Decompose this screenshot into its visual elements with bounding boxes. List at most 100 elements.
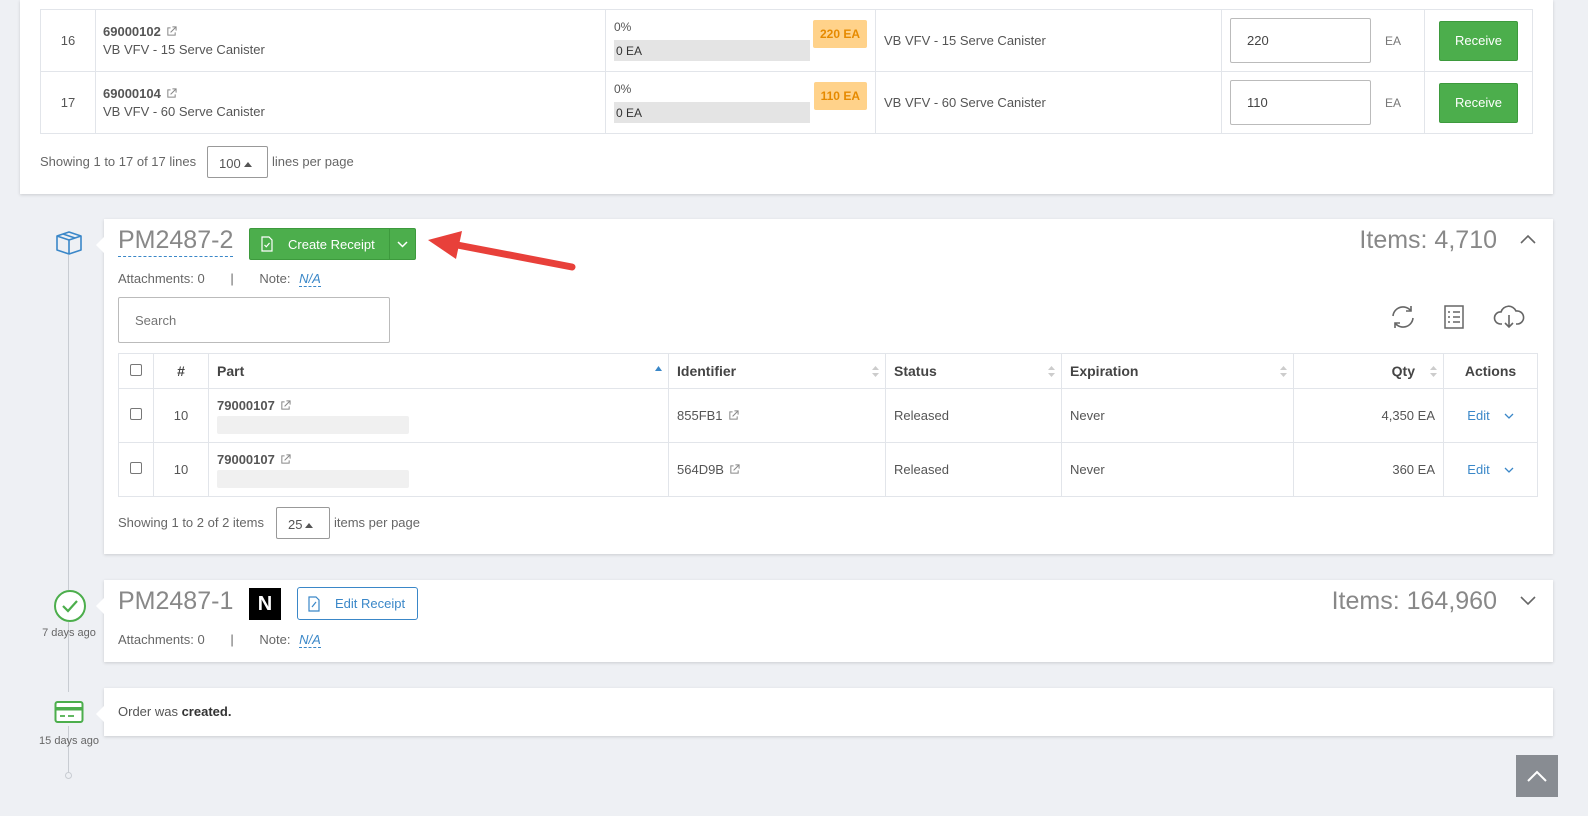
- status-value: Released: [885, 442, 1062, 497]
- identifier-value: 855FB1: [677, 408, 723, 423]
- check-circle-icon: [54, 590, 86, 622]
- shipment-title[interactable]: PM2487-2: [118, 226, 234, 257]
- create-receipt-split-button: Create Receipt: [249, 228, 416, 260]
- remaining-badge: 110 EA: [813, 82, 867, 110]
- per-page-label: items per page: [334, 515, 420, 530]
- per-page-select[interactable]: 25: [276, 507, 330, 539]
- progress-bar: 0 EA: [614, 40, 810, 61]
- progress-bar: 0 EA: [614, 102, 810, 123]
- sort-icon: [1280, 366, 1287, 377]
- redacted-description: [217, 469, 409, 488]
- cloud-download-icon[interactable]: [1493, 303, 1525, 331]
- table-row: 16 69000102 VB VFV - 15 Serve Canister 0…: [40, 9, 1533, 72]
- select-all-checkbox[interactable]: [130, 364, 142, 376]
- timeline-line: [68, 255, 69, 590]
- chevron-down-icon: [397, 240, 408, 248]
- shipment-card: PM2487-2 Create Receipt Items: 4,710 Att…: [96, 219, 1553, 554]
- shipment-card: PM2487-1 N Edit Receipt Items: 164,960 A…: [96, 580, 1553, 662]
- chevron-up-icon[interactable]: [1520, 234, 1536, 244]
- shipment-title[interactable]: PM2487-1: [118, 587, 233, 616]
- search-input[interactable]: [118, 297, 390, 343]
- column-header-identifier[interactable]: Identifier: [668, 353, 886, 389]
- receive-qty-input[interactable]: [1230, 80, 1371, 125]
- receive-qty-input[interactable]: [1230, 18, 1371, 63]
- sort-icon: [1430, 366, 1437, 377]
- table-row: 10 79000107 855FB1 Released Never 4,350 …: [118, 388, 1538, 443]
- expiration-value: Never: [1061, 388, 1294, 443]
- receive-lines-card: 16 69000102 VB VFV - 15 Serve Canister 0…: [20, 0, 1553, 194]
- create-receipt-dropdown[interactable]: [388, 229, 415, 259]
- column-header-num[interactable]: #: [153, 353, 209, 389]
- column-header-actions: Actions: [1443, 353, 1538, 389]
- sort-asc-icon: [655, 366, 662, 371]
- per-page-select[interactable]: 100: [207, 146, 268, 178]
- checklist-icon[interactable]: [1440, 303, 1468, 331]
- edit-document-icon: [308, 595, 320, 612]
- shipment-items-table: # Part Identifier Status Expiration Qty …: [118, 353, 1538, 497]
- edit-link[interactable]: Edit: [1467, 408, 1489, 423]
- caret-up-icon: [305, 523, 314, 528]
- note-value[interactable]: N/A: [299, 632, 321, 648]
- timeline-line: [68, 726, 69, 774]
- edit-receipt-button[interactable]: Edit Receipt: [297, 587, 419, 620]
- per-page-label: lines per page: [272, 154, 354, 169]
- row-checkbox[interactable]: [130, 462, 142, 474]
- create-receipt-button[interactable]: Create Receipt: [250, 229, 389, 259]
- column-header-part[interactable]: Part: [208, 353, 669, 389]
- qty-value: 360 EA: [1293, 442, 1444, 497]
- line-description: VB VFV - 15 Serve Canister: [875, 9, 1222, 72]
- note-label: Note:: [259, 632, 291, 647]
- column-header-expiration[interactable]: Expiration: [1061, 353, 1294, 389]
- external-link-icon[interactable]: [166, 88, 177, 99]
- chevron-down-icon[interactable]: [1504, 413, 1514, 420]
- sort-icon: [1048, 366, 1055, 377]
- items-total: Items: 164,960: [1331, 587, 1497, 615]
- timestamp: 15 days ago: [39, 735, 99, 747]
- status-value: Released: [885, 388, 1062, 443]
- order-created-text: Order was created.: [118, 704, 232, 719]
- table-row: 17 69000104 VB VFV - 60 Serve Canister 0…: [40, 71, 1533, 134]
- line-description: VB VFV - 60 Serve Canister: [875, 71, 1222, 134]
- external-link-icon[interactable]: [729, 464, 740, 475]
- attachments-count: Attachments: 0: [118, 271, 205, 286]
- part-number: 69000102: [103, 24, 161, 39]
- note-value[interactable]: N/A: [299, 271, 321, 287]
- column-header-status[interactable]: Status: [885, 353, 1062, 389]
- sort-icon: [872, 366, 879, 377]
- remaining-badge: 220 EA: [812, 20, 867, 48]
- external-link-icon[interactable]: [280, 399, 291, 411]
- chevron-down-icon[interactable]: [1520, 596, 1536, 606]
- status-badge: N: [249, 588, 281, 620]
- expiration-value: Never: [1061, 442, 1294, 497]
- receive-button[interactable]: Receive: [1439, 20, 1518, 61]
- edit-link[interactable]: Edit: [1467, 462, 1489, 477]
- items-total: Items: 4,710: [1359, 226, 1497, 254]
- row-num: 10: [153, 388, 209, 443]
- qty-value: 4,350 EA: [1293, 388, 1444, 443]
- refresh-icon[interactable]: [1389, 303, 1417, 331]
- attachments-count: Attachments: 0: [118, 632, 205, 647]
- scroll-to-top-button[interactable]: [1516, 755, 1558, 797]
- row-num: 10: [153, 442, 209, 497]
- external-link-icon[interactable]: [728, 410, 739, 421]
- identifier-value: 564D9B: [677, 462, 724, 477]
- part-description: VB VFV - 60 Serve Canister: [103, 104, 265, 119]
- external-link-icon[interactable]: [280, 453, 291, 465]
- credit-card-icon: [54, 701, 84, 723]
- caret-up-icon: [243, 162, 252, 167]
- package-icon: [56, 231, 82, 255]
- table-row: 10 79000107 564D9B Released Never 360 EA…: [118, 442, 1538, 497]
- annotation-arrow: [428, 231, 576, 271]
- order-created-card: Order was created.: [96, 688, 1553, 736]
- part-number: 79000107: [217, 397, 275, 413]
- row-checkbox[interactable]: [130, 408, 142, 420]
- unit-label: EA: [1385, 34, 1402, 48]
- receive-lines-table: 16 69000102 VB VFV - 15 Serve Canister 0…: [40, 9, 1533, 134]
- chevron-down-icon[interactable]: [1504, 467, 1514, 474]
- receipt-icon: [261, 236, 273, 252]
- external-link-icon[interactable]: [166, 26, 177, 37]
- line-number: 16: [40, 9, 96, 72]
- receive-button[interactable]: Receive: [1439, 82, 1518, 123]
- column-header-qty[interactable]: Qty: [1293, 353, 1444, 389]
- note-label: Note:: [259, 271, 291, 286]
